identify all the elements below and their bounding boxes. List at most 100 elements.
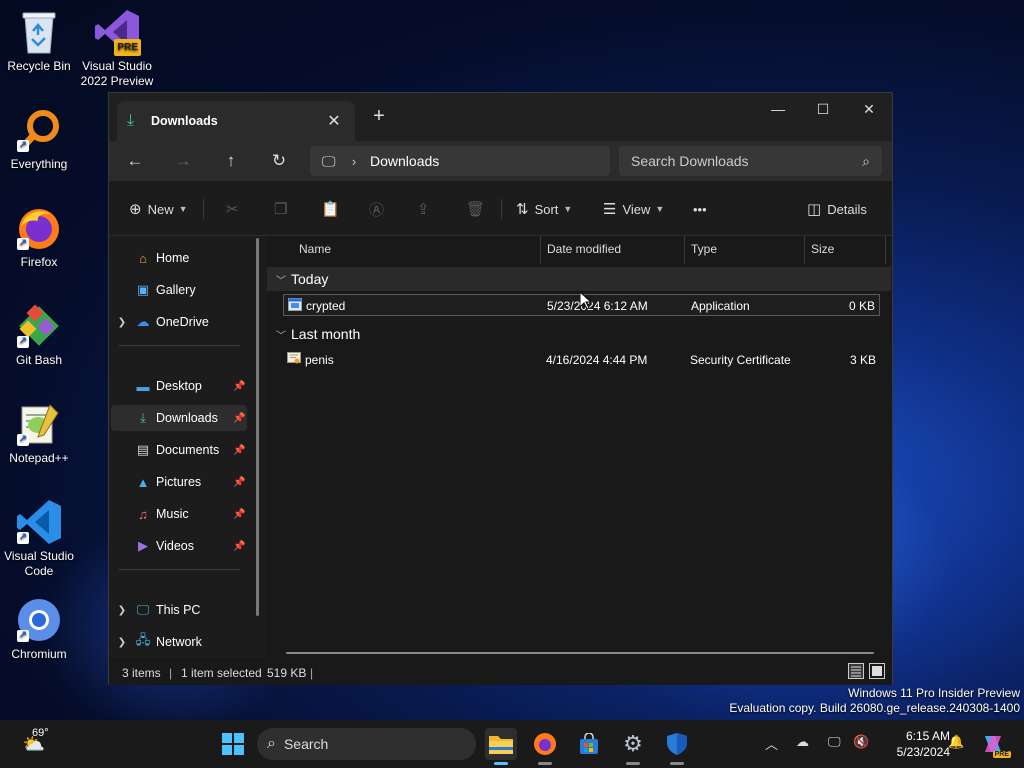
see-more-button[interactable]: ••• bbox=[693, 197, 707, 221]
taskbar-microsoft-store[interactable] bbox=[573, 728, 605, 760]
notification-bell-icon[interactable]: 🔔 bbox=[948, 734, 964, 750]
desktop-icon-notepad-plus-plus[interactable]: ↗ Notepad++ bbox=[1, 400, 77, 466]
desktop-icon-git-bash[interactable]: ↗ Git Bash bbox=[1, 302, 77, 368]
forward-button[interactable]: → bbox=[170, 149, 196, 173]
sidebar-item-label: This PC bbox=[156, 603, 201, 617]
minimize-button[interactable]: — bbox=[755, 97, 801, 121]
sidebar-item-pictures[interactable]: ▲ Pictures 📌 bbox=[111, 469, 247, 495]
file-size: 0 KB bbox=[848, 299, 875, 313]
file-row-penis[interactable]: penis 4/16/2024 4:44 PM Security Certifi… bbox=[283, 349, 880, 371]
sidebar-item-this-pc[interactable]: ❯ 🖵 This PC bbox=[111, 597, 247, 623]
share-icon: ⇪ bbox=[417, 201, 430, 218]
paste-button[interactable]: 📋 bbox=[321, 197, 340, 221]
running-indicator bbox=[670, 762, 684, 765]
rename-button[interactable]: Ⓐ bbox=[369, 197, 384, 221]
display-icon[interactable]: 🖵 bbox=[828, 734, 841, 750]
search-icon: ⌕ bbox=[267, 735, 276, 752]
maximize-button[interactable]: ☐ bbox=[800, 97, 846, 121]
sort-button[interactable]: ⇅ Sort ▼ bbox=[516, 197, 572, 221]
horizontal-scrollbar[interactable] bbox=[286, 652, 874, 654]
sidebar-item-label: Network bbox=[156, 635, 202, 649]
group-header-last-month[interactable]: ﹀ Last month bbox=[267, 322, 360, 346]
mouse-cursor-icon bbox=[580, 292, 592, 310]
desktop-icon-recycle-bin[interactable]: Recycle Bin bbox=[1, 8, 77, 74]
column-divider[interactable] bbox=[540, 236, 541, 264]
chevron-right-icon[interactable]: › bbox=[342, 154, 366, 169]
address-path[interactable]: Downloads bbox=[366, 153, 439, 169]
copy-button[interactable]: ❐ bbox=[274, 197, 287, 221]
tiles-view-button[interactable] bbox=[869, 663, 885, 679]
tab-downloads[interactable]: ⤓ Downloads ✕ bbox=[117, 101, 355, 141]
taskbar-file-explorer[interactable] bbox=[485, 728, 517, 765]
new-tab-button[interactable]: + bbox=[367, 105, 391, 128]
close-tab-icon[interactable]: ✕ bbox=[323, 111, 345, 131]
chevron-right-icon[interactable]: ❯ bbox=[111, 637, 133, 648]
desktop-icon-label: Firefox bbox=[20, 255, 58, 269]
search-input[interactable]: Search Downloads ⌕ bbox=[619, 146, 882, 176]
start-button[interactable] bbox=[217, 728, 249, 760]
view-button[interactable]: ☰ View ▼ bbox=[603, 197, 664, 221]
column-divider[interactable] bbox=[885, 236, 886, 264]
cut-button[interactable]: ✂ bbox=[226, 197, 239, 221]
copilot-button[interactable]: PRE bbox=[977, 728, 1011, 760]
group-label: Today bbox=[291, 271, 329, 287]
running-indicator bbox=[538, 762, 552, 765]
shortcut-arrow-icon: ↗ bbox=[17, 140, 29, 152]
desktop-icon-chromium[interactable]: ↗ Chromium bbox=[1, 596, 77, 662]
sidebar-item-videos[interactable]: ▶ Videos 📌 bbox=[111, 533, 247, 559]
sidebar-item-music[interactable]: ♫ Music 📌 bbox=[111, 501, 247, 527]
back-button[interactable]: ← bbox=[122, 149, 148, 173]
taskbar-settings[interactable]: ⚙ bbox=[617, 728, 649, 765]
desktop-icon-visual-studio[interactable]: PRE Visual Studio 2022 Preview bbox=[79, 8, 155, 89]
tab-title: Downloads bbox=[151, 114, 218, 128]
details-view-button[interactable] bbox=[848, 663, 864, 679]
taskbar-firefox[interactable] bbox=[529, 728, 561, 765]
weather-widget[interactable]: ⛅ 69° bbox=[14, 727, 54, 760]
sort-icon: ⇅ bbox=[516, 201, 529, 218]
desktop-icon-vscode[interactable]: ↗ Visual Studio Code bbox=[1, 498, 77, 579]
taskbar-search-box[interactable]: ⌕ Search bbox=[257, 728, 476, 760]
share-button[interactable]: ⇪ bbox=[417, 197, 430, 221]
pin-icon: 📌 bbox=[233, 380, 246, 392]
system-clock[interactable]: 6:15 AM 5/23/2024 bbox=[878, 728, 950, 760]
details-pane-button[interactable]: ◫ Details bbox=[807, 197, 867, 221]
shortcut-arrow-icon: ↗ bbox=[17, 532, 29, 544]
sidebar-item-onedrive[interactable]: ❯ ☁ OneDrive bbox=[111, 309, 247, 335]
taskbar-windows-security[interactable] bbox=[661, 728, 693, 765]
close-window-button[interactable]: ✕ bbox=[846, 97, 892, 121]
sidebar-item-gallery[interactable]: ▣ Gallery bbox=[111, 277, 247, 303]
chevron-right-icon[interactable]: ❯ bbox=[111, 605, 133, 616]
column-divider[interactable] bbox=[804, 236, 805, 264]
explorer-body: ⌂ Home ▣ Gallery ❯ ☁ OneDrive ▬ Desktop … bbox=[109, 236, 892, 658]
sidebar-item-network[interactable]: ❯ 🖧 Network bbox=[111, 629, 247, 655]
group-header-today[interactable]: ﹀ Today bbox=[267, 267, 891, 291]
sidebar-scrollbar[interactable] bbox=[256, 238, 259, 616]
desktop-icon-label: Chromium bbox=[11, 647, 67, 661]
sidebar-item-documents[interactable]: ▤ Documents 📌 bbox=[111, 437, 247, 463]
column-header-date[interactable]: Date modified bbox=[547, 242, 621, 256]
show-hidden-icons-chevron[interactable]: ︿ bbox=[765, 734, 778, 753]
sidebar-item-home[interactable]: ⌂ Home bbox=[111, 245, 247, 271]
volume-muted-icon[interactable]: 🔇 bbox=[853, 734, 869, 750]
desktop-icon-firefox[interactable]: ↗ Firefox bbox=[1, 204, 77, 270]
pin-icon: 📌 bbox=[233, 540, 246, 552]
onedrive-offline-icon[interactable]: ☁ bbox=[796, 734, 809, 750]
scissors-icon: ✂ bbox=[226, 201, 239, 218]
up-button[interactable]: ↑ bbox=[218, 149, 244, 173]
column-header-size[interactable]: Size bbox=[811, 242, 834, 256]
delete-button[interactable]: 🗑 bbox=[466, 197, 485, 221]
column-header-type[interactable]: Type bbox=[691, 242, 717, 256]
column-divider[interactable] bbox=[684, 236, 685, 264]
title-bar[interactable]: ⤓ Downloads ✕ + — ☐ ✕ bbox=[109, 93, 892, 141]
chevron-down-icon: ﹀ bbox=[276, 275, 286, 287]
sidebar-item-desktop[interactable]: ▬ Desktop 📌 bbox=[111, 373, 247, 399]
shield-icon bbox=[667, 733, 687, 755]
cloud-icon: ☁ bbox=[136, 314, 150, 329]
refresh-button[interactable]: ↻ bbox=[266, 149, 292, 173]
sidebar-item-downloads[interactable]: ⤓ Downloads 📌 bbox=[111, 405, 247, 431]
desktop-icon-everything[interactable]: ↗ Everything bbox=[1, 106, 77, 172]
address-bar[interactable]: 🖵 › Downloads bbox=[310, 146, 610, 176]
chevron-right-icon[interactable]: ❯ bbox=[111, 317, 133, 328]
column-header-name[interactable]: Name bbox=[299, 242, 331, 256]
new-button[interactable]: ⊕ New ▼ bbox=[129, 197, 188, 221]
